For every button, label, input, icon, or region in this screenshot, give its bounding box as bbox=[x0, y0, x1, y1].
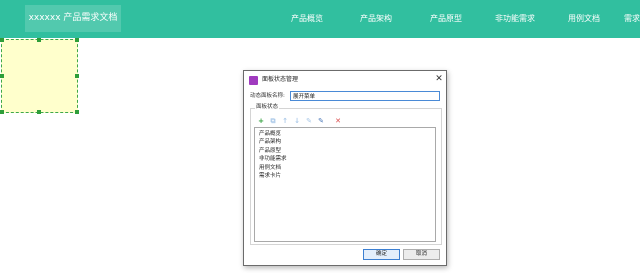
nav-item-use-case-docs[interactable]: 用例文档 bbox=[568, 13, 600, 25]
duplicate-state-icon[interactable]: ⧉ bbox=[269, 117, 277, 125]
resize-handle-bottom-left[interactable] bbox=[0, 110, 4, 114]
resize-handle-bottom-right[interactable] bbox=[75, 110, 79, 114]
nav-item-requirement-cards[interactable]: 需求卡片 bbox=[624, 13, 640, 25]
resize-handle-right[interactable] bbox=[75, 74, 79, 78]
cancel-button[interactable]: 取消 bbox=[403, 249, 440, 260]
edit-state-icon[interactable]: ✎ bbox=[305, 117, 313, 125]
resize-handle-bottom[interactable] bbox=[37, 110, 41, 114]
dynamic-panel-selection[interactable] bbox=[1, 39, 78, 113]
list-item[interactable]: 产品原型 bbox=[259, 147, 281, 155]
site-title[interactable]: xxxxxx 产品需求文档 bbox=[25, 5, 121, 32]
delete-state-icon[interactable]: ✕ bbox=[334, 117, 342, 125]
panel-state-list[interactable]: 产品概览 产品架构 产品原型 非功能需求 用例文档 需求卡片 bbox=[254, 127, 436, 242]
list-item[interactable]: 产品架构 bbox=[259, 138, 281, 146]
ok-button[interactable]: 确定 bbox=[363, 249, 400, 260]
panel-state-manager-dialog: 面板状态管理 ✕ 动态面板名称: 面板状态 + ⧉ ↑ ↓ ✎ ✎ ✕ 产品概览… bbox=[243, 70, 447, 266]
resize-handle-left[interactable] bbox=[0, 74, 4, 78]
add-state-icon[interactable]: + bbox=[257, 117, 265, 125]
panel-name-input[interactable] bbox=[290, 91, 440, 101]
list-item[interactable]: 非功能需求 bbox=[259, 155, 287, 163]
resize-handle-top-left[interactable] bbox=[0, 38, 4, 42]
dialog-title: 面板状态管理 bbox=[262, 76, 299, 83]
nav-item-nonfunctional-requirements[interactable]: 非功能需求 bbox=[495, 13, 535, 25]
list-item[interactable]: 需求卡片 bbox=[259, 172, 281, 180]
move-up-icon[interactable]: ↑ bbox=[281, 117, 289, 125]
close-icon[interactable]: ✕ bbox=[433, 73, 445, 85]
nav-item-product-architecture[interactable]: 产品架构 bbox=[360, 13, 392, 25]
resize-handle-top-right[interactable] bbox=[75, 38, 79, 42]
nav-item-product-prototype[interactable]: 产品原型 bbox=[430, 13, 462, 25]
list-item[interactable]: 用例文档 bbox=[259, 164, 281, 172]
panel-name-label: 动态面板名称: bbox=[250, 93, 285, 99]
edit-all-states-icon[interactable]: ✎ bbox=[317, 117, 325, 125]
list-item[interactable]: 产品概览 bbox=[259, 130, 281, 138]
app-icon bbox=[249, 76, 258, 85]
move-down-icon[interactable]: ↓ bbox=[293, 117, 301, 125]
nav-item-product-overview[interactable]: 产品概览 bbox=[291, 13, 323, 25]
top-navigation-bar: xxxxxx 产品需求文档 产品概览 产品架构 产品原型 非功能需求 用例文档 … bbox=[0, 0, 640, 38]
panel-state-group-label: 面板状态 bbox=[255, 103, 280, 111]
resize-handle-top[interactable] bbox=[37, 38, 41, 42]
